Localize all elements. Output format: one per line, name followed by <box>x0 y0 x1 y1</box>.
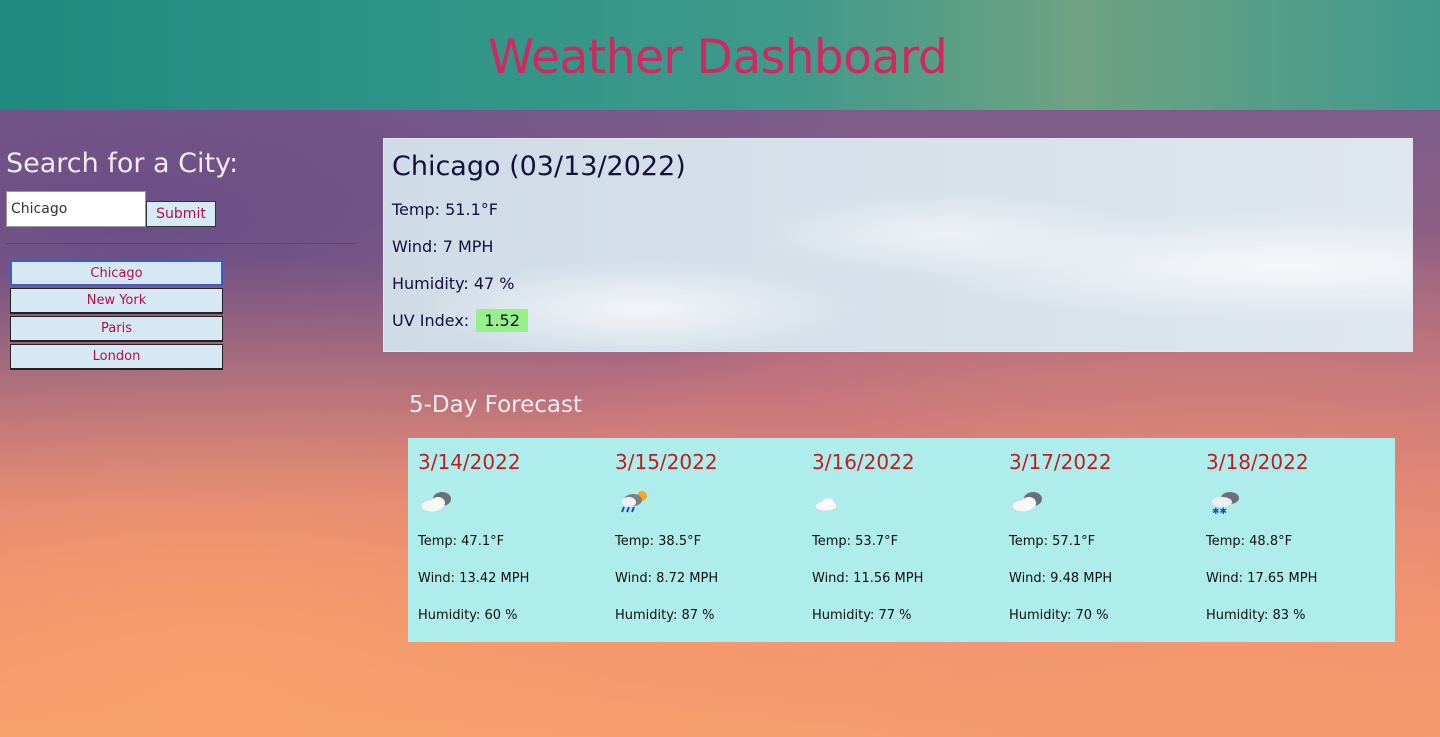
history-item-chicago[interactable]: Chicago <box>10 260 223 286</box>
rain-sun-icon <box>615 486 655 516</box>
uv-label: UV Index: <box>392 311 470 330</box>
city-search-input[interactable] <box>6 191 146 227</box>
forecast-humidity: Humidity: 60 % <box>418 608 518 623</box>
forecast-date: 3/15/2022 <box>615 450 718 474</box>
search-history-list: Chicago New York Paris London <box>10 260 223 372</box>
forecast-date: 3/14/2022 <box>418 450 521 474</box>
forecast-temp: Temp: 57.1°F <box>1009 534 1096 549</box>
current-city-heading: Chicago (03/13/2022) <box>392 151 686 182</box>
cloud-icon <box>418 486 458 516</box>
light-cloud-icon <box>812 486 852 516</box>
forecast-day-card: 3/15/2022 Temp: 38.5°F Wind: 8.72 MPH Hu… <box>605 438 802 642</box>
forecast-day-card: 3/16/2022 Temp: 53.7°F Wind: 11.56 MPH H… <box>802 438 999 642</box>
forecast-temp: Temp: 53.7°F <box>812 534 899 549</box>
snow-cloud-icon: ✱✱ <box>1206 486 1246 517</box>
current-wind: Wind: 7 MPH <box>392 237 494 256</box>
forecast-title: 5-Day Forecast <box>409 392 582 418</box>
current-weather-card: Chicago (03/13/2022) Temp: 51.1°F Wind: … <box>383 138 1413 352</box>
search-title: Search for a City: <box>6 148 239 179</box>
header-bar: Weather Dashboard <box>0 0 1440 110</box>
forecast-wind: Wind: 13.42 MPH <box>418 571 530 586</box>
forecast-date: 3/17/2022 <box>1009 450 1112 474</box>
forecast-humidity: Humidity: 83 % <box>1206 608 1306 623</box>
uv-index-badge: 1.52 <box>476 309 528 332</box>
forecast-temp: Temp: 48.8°F <box>1206 534 1293 549</box>
forecast-temp: Temp: 38.5°F <box>615 534 702 549</box>
svg-text:✱✱: ✱✱ <box>1212 507 1227 516</box>
history-item-new-york[interactable]: New York <box>10 288 223 314</box>
forecast-date: 3/16/2022 <box>812 450 915 474</box>
forecast-date: 3/18/2022 <box>1206 450 1309 474</box>
divider <box>6 243 356 244</box>
current-humidity: Humidity: 47 % <box>392 274 515 293</box>
cloud-icon <box>1009 486 1049 516</box>
forecast-wind: Wind: 8.72 MPH <box>615 571 719 586</box>
forecast-wind: Wind: 17.65 MPH <box>1206 571 1318 586</box>
forecast-day-card: 3/18/2022 ✱✱ Temp: 48.8°F Wind: 17.65 MP… <box>1196 438 1393 642</box>
submit-button[interactable]: Submit <box>146 201 216 227</box>
forecast-humidity: Humidity: 77 % <box>812 608 912 623</box>
current-temp: Temp: 51.1°F <box>392 200 498 219</box>
forecast-panel: 3/14/2022 Temp: 47.1°F Wind: 13.42 MPH H… <box>408 438 1395 642</box>
forecast-humidity: Humidity: 70 % <box>1009 608 1109 623</box>
page-title: Weather Dashboard <box>487 30 948 85</box>
history-item-london[interactable]: London <box>10 344 223 370</box>
forecast-temp: Temp: 47.1°F <box>418 534 505 549</box>
forecast-day-card: 3/17/2022 Temp: 57.1°F Wind: 9.48 MPH Hu… <box>999 438 1196 642</box>
forecast-day-card: 3/14/2022 Temp: 47.1°F Wind: 13.42 MPH H… <box>408 438 605 642</box>
forecast-wind: Wind: 11.56 MPH <box>812 571 924 586</box>
forecast-humidity: Humidity: 87 % <box>615 608 715 623</box>
history-item-paris[interactable]: Paris <box>10 316 223 342</box>
current-uv-row: UV Index: 1.52 <box>392 309 528 332</box>
forecast-wind: Wind: 9.48 MPH <box>1009 571 1113 586</box>
